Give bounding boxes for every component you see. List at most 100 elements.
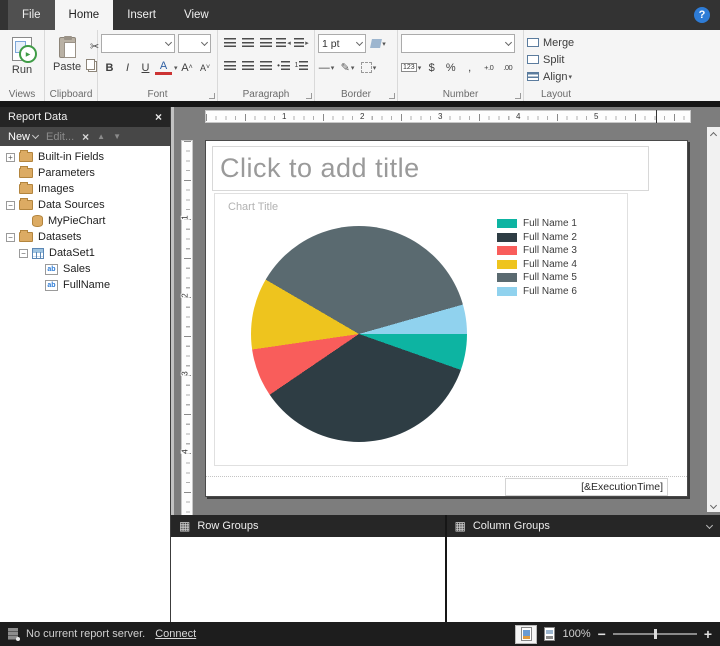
groups-options-dropdown[interactable]: [706, 521, 713, 528]
align-middle-button[interactable]: [239, 34, 256, 51]
connect-link[interactable]: Connect: [155, 628, 196, 640]
percent-button[interactable]: %: [442, 59, 459, 76]
zoom-slider-thumb[interactable]: [654, 629, 657, 639]
design-view-button[interactable]: [515, 625, 537, 644]
thousands-separator-button[interactable]: ,: [461, 59, 478, 76]
tree-item-images[interactable]: Images: [0, 181, 170, 197]
font-color-button[interactable]: A: [155, 60, 172, 75]
legend-swatch: [497, 233, 517, 242]
expand-icon[interactable]: −: [19, 249, 28, 258]
merge-button[interactable]: Merge: [527, 34, 585, 51]
scroll-up-icon[interactable]: [710, 132, 717, 139]
align-bottom-button[interactable]: [257, 34, 274, 51]
split-button[interactable]: Split: [527, 51, 585, 68]
font-size-select[interactable]: [178, 34, 211, 53]
report-data-panel: Report Data × New Edit... × ▲ ▼ +Built-i…: [0, 107, 171, 622]
new-button[interactable]: New: [8, 131, 38, 143]
help-icon[interactable]: ?: [694, 7, 710, 23]
legend-label: Full Name 3: [523, 245, 577, 256]
align-left-button[interactable]: [221, 57, 238, 74]
ruler-number: 4: [181, 449, 190, 453]
vertical-scrollbar[interactable]: [707, 127, 720, 512]
paste-button[interactable]: Paste: [48, 34, 86, 88]
align-right-button[interactable]: [257, 57, 274, 74]
align-center-button[interactable]: [239, 57, 256, 74]
underline-button[interactable]: U: [137, 59, 154, 76]
ruler-number: 3: [437, 112, 443, 121]
scroll-down-icon[interactable]: [710, 502, 717, 509]
report-page[interactable]: Click to add title Chart Title Full Name…: [205, 140, 688, 497]
run-view-button[interactable]: [544, 627, 555, 641]
align-button[interactable]: Align▾: [527, 68, 585, 85]
zoom-in-button[interactable]: +: [704, 626, 712, 642]
expand-icon[interactable]: +: [6, 153, 15, 162]
border-box-button[interactable]: ▾: [360, 59, 377, 76]
column-groups-body[interactable]: [447, 537, 720, 622]
bullet-list-button[interactable]: •: [275, 57, 292, 74]
tree-item-mypiechart[interactable]: MyPieChart: [0, 213, 170, 229]
tree-item-label: Parameters: [38, 167, 95, 179]
execution-time-textbox[interactable]: [&ExecutionTime]: [505, 478, 668, 496]
tree-item-label: Built-in Fields: [38, 151, 104, 163]
numbered-list-button[interactable]: 1: [293, 57, 310, 74]
move-up-icon[interactable]: ▲: [97, 132, 105, 141]
tree-item-sales[interactable]: abSales: [0, 261, 170, 277]
move-down-icon[interactable]: ▼: [113, 132, 121, 141]
zoom-out-button[interactable]: −: [598, 626, 606, 642]
close-icon[interactable]: ×: [155, 110, 162, 124]
tree-item-data-sources[interactable]: −Data Sources: [0, 197, 170, 213]
border-style-button[interactable]: —▾: [318, 59, 335, 76]
shrink-font-button[interactable]: A˅: [197, 59, 214, 76]
tree-item-fullname[interactable]: abFullName: [0, 277, 170, 293]
decrease-decimal-button[interactable]: .00: [499, 59, 516, 76]
border-width-select[interactable]: 1 pt: [318, 34, 366, 53]
ribbon-group-clipboard: Paste ✂ Clipboard: [45, 30, 98, 101]
font-family-select[interactable]: [101, 34, 175, 53]
tree-item-dataset1[interactable]: −DataSet1: [0, 245, 170, 261]
number-dialog-launcher[interactable]: [515, 93, 521, 99]
tree-item-datasets[interactable]: −Datasets: [0, 229, 170, 245]
border-dialog-launcher[interactable]: [389, 93, 395, 99]
tab-insert[interactable]: Insert: [113, 0, 170, 30]
delete-icon[interactable]: ×: [82, 130, 89, 144]
ribbon-group-paragraph: ◂ ▸ • 1 Paragraph: [218, 30, 315, 101]
chart-title[interactable]: Chart Title: [228, 201, 278, 213]
increase-decimal-button[interactable]: +.0: [480, 59, 497, 76]
tab-home[interactable]: Home: [55, 0, 114, 30]
paragraph-dialog-launcher[interactable]: [306, 93, 312, 99]
border-color-button[interactable]: ✎▾: [339, 59, 356, 76]
tab-view[interactable]: View: [170, 0, 223, 30]
edit-button[interactable]: Edit...: [46, 131, 74, 143]
number-format-button[interactable]: 123▾: [401, 59, 421, 76]
copy-button[interactable]: [86, 59, 95, 70]
panel-splitter[interactable]: [171, 107, 174, 515]
font-dialog-launcher[interactable]: [209, 93, 215, 99]
currency-button[interactable]: $: [423, 59, 440, 76]
run-icon: [12, 37, 32, 61]
increase-indent-button[interactable]: ▸: [293, 34, 310, 51]
font-color-dropdown[interactable]: ▾: [174, 64, 178, 72]
pie-chart[interactable]: [251, 226, 467, 442]
tree-item-parameters[interactable]: Parameters: [0, 165, 170, 181]
number-format-select[interactable]: [401, 34, 515, 53]
tab-file[interactable]: File: [8, 0, 55, 30]
expand-icon[interactable]: −: [6, 233, 15, 242]
vertical-ruler: 1234: [181, 140, 193, 515]
grow-font-button[interactable]: A˄: [179, 59, 196, 76]
tree-item-built-in-fields[interactable]: + Built-in Fields: [0, 149, 170, 165]
expand-icon[interactable]: −: [6, 201, 15, 210]
run-button[interactable]: Run: [3, 34, 41, 79]
bold-button[interactable]: B: [101, 59, 118, 76]
zoom-slider[interactable]: [613, 633, 697, 635]
column-groups-panel: ▦ Column Groups: [445, 515, 720, 622]
italic-button[interactable]: I: [119, 59, 136, 76]
folder-icon: [19, 184, 33, 194]
decrease-indent-button[interactable]: ◂: [275, 34, 292, 51]
align-top-button[interactable]: [221, 34, 238, 51]
report-title-textbox[interactable]: Click to add title: [212, 146, 649, 191]
chart-legend[interactable]: Full Name 1Full Name 2Full Name 3Full Na…: [497, 217, 577, 298]
zoom-level: 100%: [562, 628, 590, 640]
row-groups-body[interactable]: [171, 537, 445, 622]
chart-region[interactable]: Chart Title Full Name 1Full Name 2Full N…: [214, 193, 628, 466]
fill-color-button[interactable]: ▾: [370, 35, 387, 52]
